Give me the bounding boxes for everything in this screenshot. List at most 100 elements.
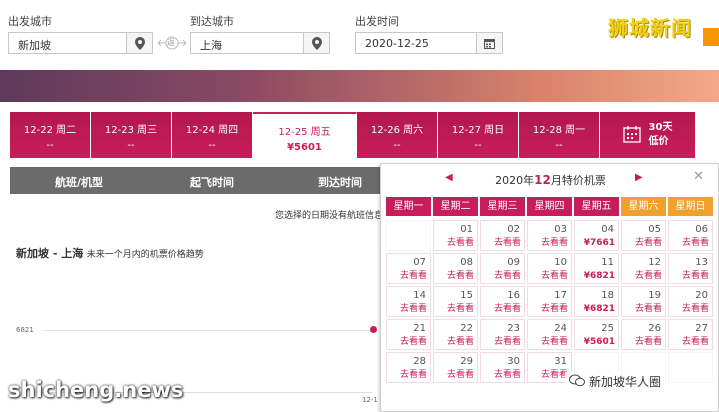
day-link[interactable]: 去看看 (541, 334, 568, 347)
day-number: 17 (554, 290, 567, 301)
calendar-day[interactable]: 15 去看看 (433, 286, 478, 317)
calendar-day[interactable]: 04 ¥7661 (574, 220, 619, 251)
day-number: 13 (695, 257, 708, 268)
calendar-day[interactable]: 26 去看看 (621, 319, 666, 350)
date-field[interactable]: 2020-12-25 (355, 32, 503, 54)
day-link[interactable]: 去看看 (682, 268, 709, 281)
day-link[interactable]: 去看看 (682, 235, 709, 248)
to-city-field[interactable]: 上海 (190, 32, 330, 54)
date-tab[interactable]: 12-28 周一 -- (519, 112, 600, 158)
day-link[interactable]: 去看看 (682, 301, 709, 314)
day-link[interactable]: 去看看 (400, 301, 427, 314)
calendar-day[interactable]: 21 去看看 (386, 319, 431, 350)
calendar-grid: 01 去看看 02 去看看 03 去看看 04 ¥7661 05 去看看 06 去看看 07 去看看 08 去… (386, 220, 713, 385)
calendar-day[interactable]: 24 去看看 (527, 319, 572, 350)
low-price-30-days-tab[interactable]: 30天 低价 (600, 112, 696, 158)
weekday-header: 星期一 星期二 星期三 星期四 星期五 星期六 星期日 (386, 197, 713, 216)
day-link[interactable]: 去看看 (447, 235, 474, 248)
calendar-day[interactable]: 02 去看看 (480, 220, 525, 251)
day-link[interactable]: 去看看 (494, 334, 521, 347)
calendar-day[interactable]: 03 去看看 (527, 220, 572, 251)
trend-point[interactable] (370, 326, 377, 333)
calendar-day[interactable]: 01 去看看 (433, 220, 478, 251)
calendar-day[interactable]: 12 去看看 (621, 253, 666, 284)
day-price[interactable]: ¥7661 (584, 238, 615, 248)
from-city-field[interactable]: 新加坡 (8, 32, 153, 54)
day-link[interactable]: 去看看 (400, 268, 427, 281)
tab-date: 12-26 周六 (370, 125, 424, 136)
day-link[interactable]: 去看看 (541, 235, 568, 248)
date-tab[interactable]: 12-26 周六 -- (357, 112, 438, 158)
swap-cities-button[interactable]: 返 (157, 36, 187, 50)
calendar-day[interactable]: 08 去看看 (433, 253, 478, 284)
weekday: 星期四 (527, 197, 572, 216)
tab-price: ¥5601 (287, 142, 322, 153)
day-link[interactable]: 去看看 (541, 301, 568, 314)
day-link[interactable]: 去看看 (635, 334, 662, 347)
location-pin-icon[interactable] (126, 33, 152, 53)
day-link[interactable]: 去看看 (494, 268, 521, 281)
day-link[interactable]: 去看看 (400, 334, 427, 347)
weekday: 星期日 (668, 197, 713, 216)
brand-watermark: 狮城新闻 (608, 16, 692, 40)
day-link[interactable]: 去看看 (447, 367, 474, 380)
calendar-day[interactable]: 13 去看看 (668, 253, 713, 284)
day-number: 20 (695, 290, 708, 301)
day-link[interactable]: 去看看 (447, 301, 474, 314)
day-price[interactable]: ¥5601 (584, 337, 615, 347)
day-link[interactable]: 去看看 (682, 334, 709, 347)
calendar-day[interactable]: 28 去看看 (386, 352, 431, 383)
day-link[interactable]: 去看看 (494, 301, 521, 314)
day-link[interactable]: 去看看 (447, 334, 474, 347)
calendar-icon (622, 125, 641, 146)
calendar-day[interactable]: 06 去看看 (668, 220, 713, 251)
close-icon[interactable]: ✕ (693, 169, 704, 184)
wechat-icon (569, 374, 585, 390)
day-number: 19 (648, 290, 661, 301)
price-trend-title: 新加坡 - 上海 未来一个月内的机票价格趋势 (16, 245, 204, 261)
day-link[interactable]: 去看看 (400, 367, 427, 380)
calendar-day[interactable]: 10 去看看 (527, 253, 572, 284)
calendar-day[interactable]: 09 去看看 (480, 253, 525, 284)
calendar-day[interactable]: 23 去看看 (480, 319, 525, 350)
day-number: 05 (648, 224, 661, 235)
calendar-day[interactable]: 16 去看看 (480, 286, 525, 317)
next-month-icon[interactable]: ▶ (635, 172, 643, 183)
calendar-day[interactable]: 19 去看看 (621, 286, 666, 317)
calendar-day[interactable]: 14 去看看 (386, 286, 431, 317)
day-link[interactable]: 去看看 (494, 367, 521, 380)
day-price[interactable]: ¥6821 (584, 304, 615, 314)
calendar-day[interactable]: 17 去看看 (527, 286, 572, 317)
date-tab[interactable]: 12-27 周日 -- (438, 112, 519, 158)
tab-date: 12-28 周一 (532, 125, 586, 136)
day-number: 26 (648, 323, 661, 334)
calendar-day[interactable]: 30 去看看 (480, 352, 525, 383)
day-link[interactable]: 去看看 (541, 268, 568, 281)
date-tab[interactable]: 12-23 周三 -- (91, 112, 172, 158)
calendar-week: 14 去看看 15 去看看 16 去看看 17 去看看 18 ¥6821 19 去看看 20 去看看 (386, 286, 713, 317)
calendar-day[interactable]: 05 去看看 (621, 220, 666, 251)
day-link[interactable]: 去看看 (447, 268, 474, 281)
day-link[interactable]: 去看看 (635, 268, 662, 281)
calendar-day[interactable]: 18 ¥6821 (574, 286, 619, 317)
calendar-day[interactable]: 07 去看看 (386, 253, 431, 284)
calendar-day[interactable]: 29 去看看 (433, 352, 478, 383)
calendar-day[interactable]: 25 ¥5601 (574, 319, 619, 350)
location-pin-icon[interactable] (303, 33, 329, 53)
day-number: 07 (413, 257, 426, 268)
date-tab[interactable]: 12-22 周二 -- (10, 112, 91, 158)
day-link[interactable]: 去看看 (635, 235, 662, 248)
calendar-day[interactable]: 27 去看看 (668, 319, 713, 350)
date-tab-selected[interactable]: 12-25 周五 ¥5601 (253, 112, 357, 158)
calendar-icon[interactable] (476, 33, 502, 53)
trend-gridline (42, 330, 372, 331)
calendar-day[interactable]: 22 去看看 (433, 319, 478, 350)
date-tab[interactable]: 12-24 周四 -- (172, 112, 253, 158)
day-price[interactable]: ¥6821 (584, 271, 615, 281)
day-link[interactable]: 去看看 (635, 301, 662, 314)
day-link[interactable]: 去看看 (494, 235, 521, 248)
day-link[interactable]: 去看看 (541, 367, 568, 380)
tab-date: 12-24 周四 (185, 125, 239, 136)
calendar-day[interactable]: 20 去看看 (668, 286, 713, 317)
calendar-day[interactable]: 11 ¥6821 (574, 253, 619, 284)
